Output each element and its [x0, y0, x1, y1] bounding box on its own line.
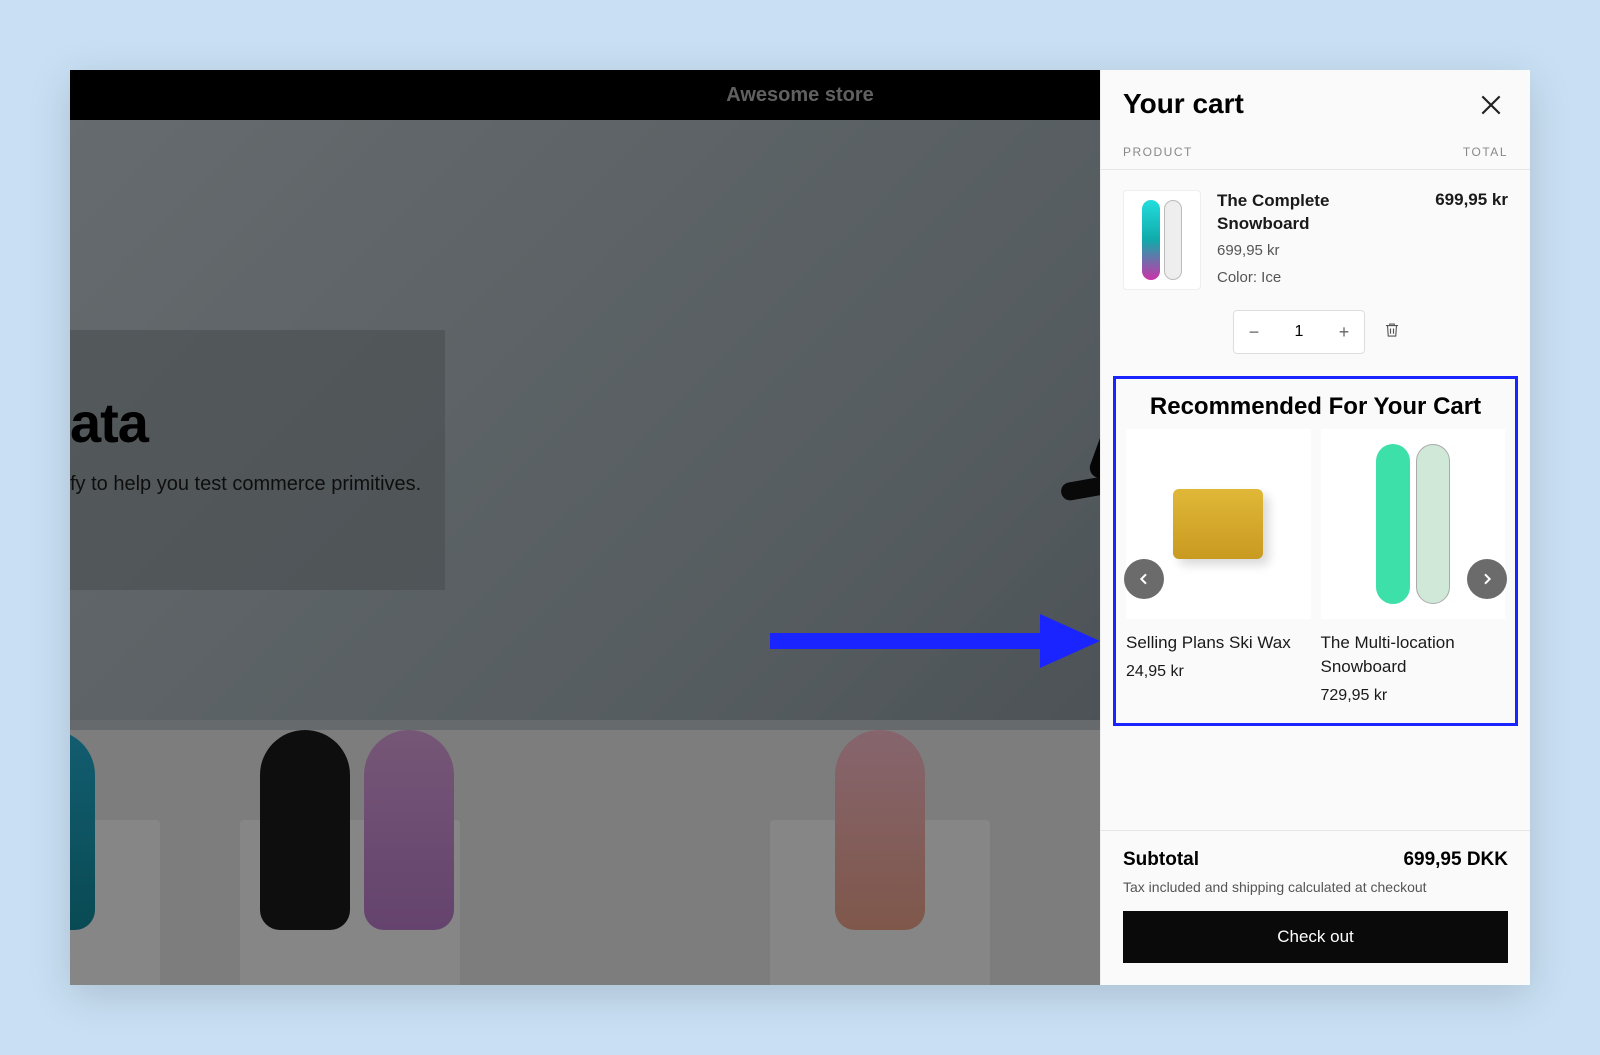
recommended-section: Recommended For Your Cart Selling Plans … [1113, 376, 1518, 726]
recommended-title: Selling Plans Ski Wax [1126, 631, 1311, 655]
quantity-stepper: − 1 + [1233, 310, 1365, 354]
item-unit-price: 699,95 kr [1217, 242, 1419, 259]
recommended-heading: Recommended For Your Cart [1126, 393, 1505, 421]
tax-shipping-note: Tax included and shipping calculated at … [1123, 879, 1508, 895]
cart-footer: Subtotal 699,95 DKK Tax included and shi… [1101, 830, 1530, 985]
item-title: The Complete Snowboard [1217, 190, 1419, 236]
recommended-price: 24,95 kr [1126, 663, 1311, 681]
item-line-total: 699,95 kr [1435, 190, 1508, 290]
quantity-decrease-button[interactable]: − [1234, 311, 1274, 353]
checkout-button[interactable]: Check out [1123, 911, 1508, 963]
cart-line-item: The Complete Snowboard 699,95 kr Color: … [1101, 170, 1530, 310]
subtotal-value: 699,95 DKK [1403, 849, 1508, 871]
carousel-prev-button[interactable] [1124, 559, 1164, 599]
cart-title: Your cart [1123, 88, 1244, 120]
col-product: PRODUCT [1123, 145, 1193, 159]
cart-column-headers: PRODUCT TOTAL [1101, 137, 1530, 170]
item-thumbnail[interactable] [1123, 190, 1201, 290]
cart-drawer: Your cart PRODUCT TOTAL The Complete Sno… [1100, 70, 1530, 985]
recommended-price: 729,95 kr [1321, 687, 1506, 705]
annotation-arrow-icon [770, 606, 1100, 676]
subtotal-label: Subtotal [1123, 849, 1199, 871]
app-frame: Awesome store ata fy to help you test co… [70, 70, 1530, 985]
trash-icon[interactable] [1383, 320, 1401, 345]
carousel-next-button[interactable] [1467, 559, 1507, 599]
col-total: TOTAL [1463, 145, 1508, 159]
quantity-increase-button[interactable]: + [1324, 311, 1364, 353]
recommended-title: The Multi-location Snowboard [1321, 631, 1506, 679]
quantity-value: 1 [1274, 323, 1324, 341]
item-variant: Color: Ice [1217, 269, 1419, 286]
close-icon[interactable] [1474, 88, 1508, 127]
wax-graphic [1173, 489, 1263, 559]
